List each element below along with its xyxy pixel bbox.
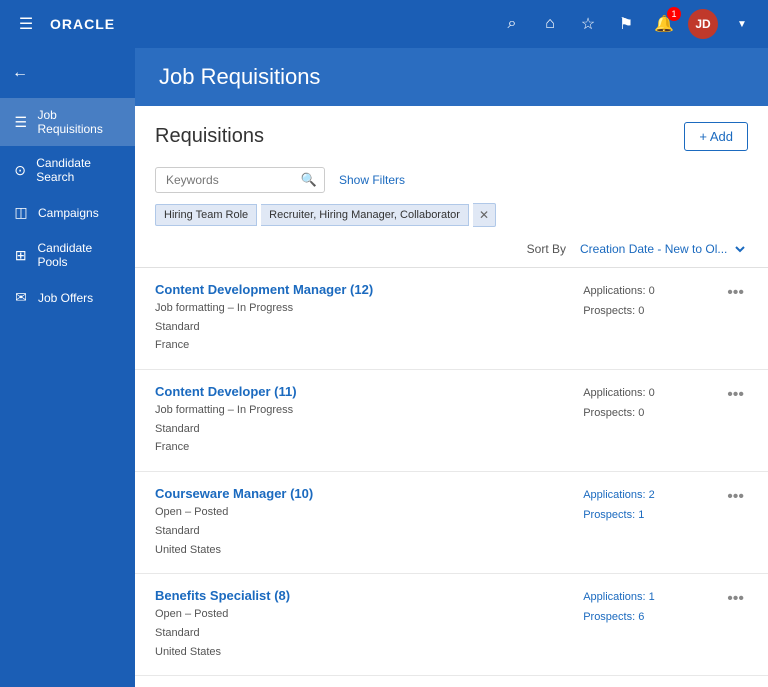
job-title[interactable]: Content Development Manager (12) [155,282,573,297]
job-prospects: Prospects: 0 [583,302,713,322]
job-requisitions-icon: ☰ [12,114,29,131]
filter-tag-hiring-team: Hiring Team Role Recruiter, Hiring Manag… [155,203,496,227]
keyword-input-wrap: 🔍 [155,167,325,193]
sidebar: ← ☰ Job Requisitions ⊙ Candidate Search … [0,48,135,687]
job-stats: Applications: 1 Prospects: 6 [583,588,713,628]
sidebar-item-label: Job Offers [38,291,93,305]
job-details: Job formatting – In ProgressStandardFran… [155,401,573,457]
job-prospects: Prospects: 1 [583,506,713,526]
table-row: Benefits Specialist (8) Open – PostedSta… [135,574,768,676]
job-applications: Applications: 0 [583,282,713,302]
main-layout: ← ☰ Job Requisitions ⊙ Candidate Search … [0,48,768,687]
requisitions-header: Requisitions + Add [135,106,768,161]
campaigns-icon: ◫ [12,204,30,221]
filter-tag-label: Hiring Team Role [155,204,257,226]
show-filters-button[interactable]: Show Filters [335,168,409,192]
add-button[interactable]: + Add [684,122,748,151]
job-offers-icon: ✉ [12,289,30,306]
sort-label: Sort By [527,242,566,256]
menu-icon[interactable]: ☰ [12,10,40,38]
job-applications: Applications: 1 [583,588,713,608]
job-info: Courseware Manager (10) Open – PostedSta… [155,486,573,559]
table-row: Content Development Manager (12) Job for… [135,268,768,370]
job-details: Open – PostedStandardUnited States [155,503,573,559]
chevron-down-icon[interactable]: ▼ [728,10,756,38]
job-prospects: Prospects: 6 [583,608,713,628]
filter-row: 🔍 Show Filters Hiring Team Role Recruite… [135,161,768,235]
job-stats: Applications: 0 Prospects: 0 [583,384,713,424]
keyword-input[interactable] [155,167,325,193]
notification-badge: 1 [667,7,681,21]
job-info: Benefits Specialist (8) Open – PostedSta… [155,588,573,661]
job-details: Open – PostedStandardUnited States [155,605,573,661]
filter-tag-close-button[interactable]: ✕ [473,203,496,227]
home-icon[interactable]: ⌂ [536,10,564,38]
content-area: Job Requisitions Requisitions + Add 🔍 Sh… [135,48,768,687]
requisitions-panel: Requisitions + Add 🔍 Show Filters Hiring… [135,106,768,687]
job-applications: Applications: 0 [583,384,713,404]
sidebar-collapse-button[interactable]: ← [12,64,28,81]
table-row: Payroll Specialist (7) Open – PostedStan… [135,676,768,687]
sort-row: Sort By Creation Date - New to Ol... Cre… [135,235,768,267]
table-row: Courseware Manager (10) Open – PostedSta… [135,472,768,574]
candidate-pools-icon: ⊞ [12,247,29,264]
job-title[interactable]: Benefits Specialist (8) [155,588,573,603]
job-prospects: Prospects: 0 [583,404,713,424]
sidebar-item-candidate-pools[interactable]: ⊞ Candidate Pools [0,231,135,279]
sidebar-item-label: Candidate Search [36,156,123,184]
oracle-logo: ORACLE [50,16,115,32]
keyword-search-icon: 🔍 [301,172,317,188]
page-header: Job Requisitions [135,48,768,106]
job-list: Content Development Manager (12) Job for… [135,268,768,687]
sidebar-item-label: Job Requisitions [37,108,123,136]
job-info: Content Development Manager (12) Job for… [155,282,573,355]
job-title[interactable]: Courseware Manager (10) [155,486,573,501]
sidebar-item-candidate-search[interactable]: ⊙ Candidate Search [0,146,135,194]
sort-select[interactable]: Creation Date - New to Ol... Creation Da… [572,239,748,259]
job-info: Content Developer (11) Job formatting – … [155,384,573,457]
job-actions-menu[interactable]: ••• [723,486,748,508]
candidate-search-icon: ⊙ [12,162,28,179]
sidebar-item-job-offers[interactable]: ✉ Job Offers [0,279,135,316]
flag-icon[interactable]: ⚑ [612,10,640,38]
sidebar-item-label: Campaigns [38,206,99,220]
job-stats: Applications: 2 Prospects: 1 [583,486,713,526]
star-icon[interactable]: ☆ [574,10,602,38]
table-row: Content Developer (11) Job formatting – … [135,370,768,472]
job-title[interactable]: Content Developer (11) [155,384,573,399]
top-nav: ☰ ORACLE ⌕ ⌂ ☆ ⚑ 🔔 1 JD ▼ [0,0,768,48]
job-actions-menu[interactable]: ••• [723,282,748,304]
job-actions-menu[interactable]: ••• [723,588,748,610]
job-stats: Applications: 0 Prospects: 0 [583,282,713,322]
sidebar-item-job-requisitions[interactable]: ☰ Job Requisitions [0,98,135,146]
filter-tag-value: Recruiter, Hiring Manager, Collaborator [261,204,469,226]
job-applications: Applications: 2 [583,486,713,506]
search-icon[interactable]: ⌕ [498,10,526,38]
job-actions-menu[interactable]: ••• [723,384,748,406]
bell-icon-wrap[interactable]: 🔔 1 [650,10,678,38]
requisitions-title: Requisitions [155,125,264,148]
sidebar-item-campaigns[interactable]: ◫ Campaigns [0,194,135,231]
sidebar-nav: ☰ Job Requisitions ⊙ Candidate Search ◫ … [0,98,135,316]
sidebar-item-label: Candidate Pools [37,241,123,269]
sidebar-header: ← [0,56,135,98]
user-avatar[interactable]: JD [688,9,718,39]
page-title: Job Requisitions [159,64,320,89]
job-details: Job formatting – In ProgressStandardFran… [155,299,573,355]
